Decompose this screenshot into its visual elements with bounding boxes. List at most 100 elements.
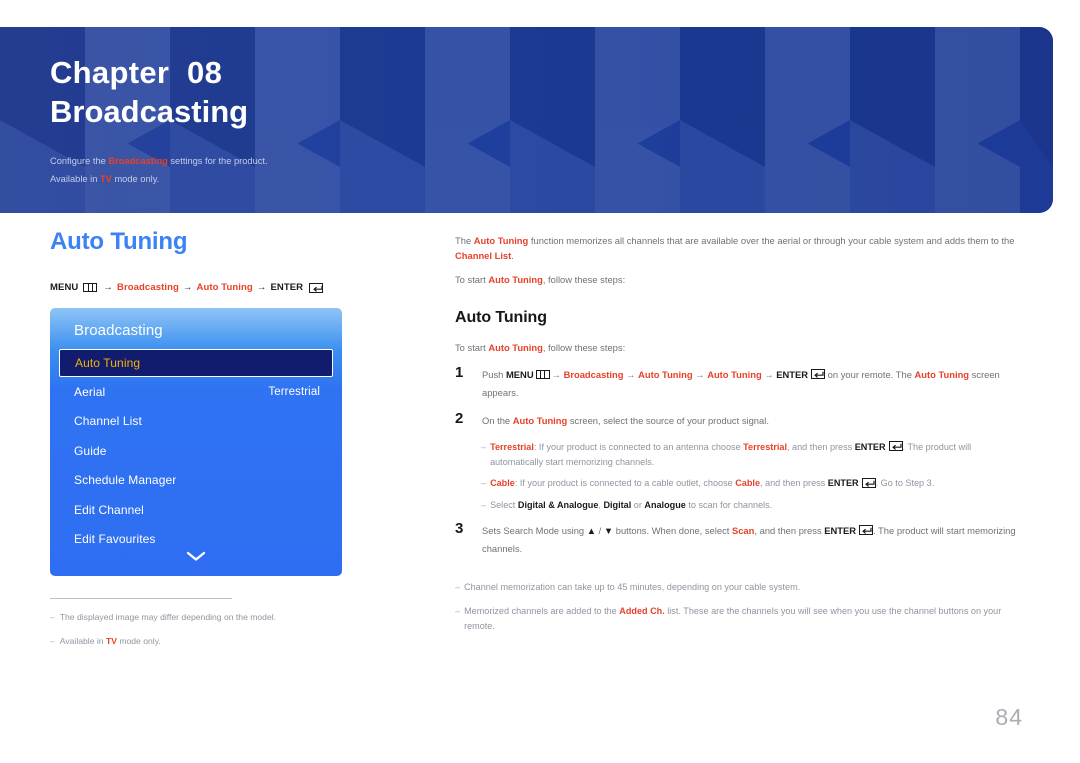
tv-menu-item-label: Aerial	[74, 384, 106, 399]
bullet-scan-c: or	[631, 500, 645, 511]
banner-sub2-highlight: TV	[99, 173, 112, 184]
tv-menu-item-auto-tuning[interactable]: Auto Tuning	[59, 349, 333, 377]
bullet-text: Select Digital & Analogue, Digital or An…	[490, 498, 772, 513]
left-footnotes: – The displayed image may differ dependi…	[50, 598, 320, 649]
step1-highlight-broadcasting: Broadcasting	[563, 368, 624, 380]
step-1-text: Push MENU → Broadcasting → Auto Tuning → …	[482, 364, 1020, 403]
bullet-terrestrial-enter-label: ENTER	[854, 441, 886, 452]
step1-menu-label: MENU	[505, 368, 534, 380]
bullet-dash: –	[481, 500, 487, 511]
step2-b: screen, select the source of your produc…	[567, 414, 769, 426]
bullet-scan-highlight-3: Analogue	[644, 500, 686, 511]
bullet-cable-b: , and then press	[760, 478, 828, 489]
intro3-a: To start	[455, 341, 489, 353]
section-heading-auto-tuning: Auto Tuning	[455, 308, 547, 326]
step-1-number: 1	[455, 363, 464, 381]
intro2-b: , follow these steps:	[542, 274, 626, 286]
tv-menu-item-label: Channel List	[74, 414, 142, 429]
bullet-cable-highlight: Cable	[735, 478, 760, 489]
bullet-scan-highlight-2: Digital	[603, 500, 632, 511]
end-note-item: – Channel memorization can take up to 45…	[455, 580, 1020, 595]
step-2-number: 2	[455, 409, 464, 427]
banner-sub1-b: settings for the product.	[167, 155, 268, 166]
end-note-highlight: Added Ch.	[619, 606, 665, 617]
arrow-down-icon: ▼	[603, 524, 614, 536]
tv-menu-item-aerial[interactable]: Aerial Terrestrial	[50, 377, 342, 407]
banner-subtext-line2: Available in TV mode only.	[50, 170, 1053, 188]
banner-sub1-a: Configure the	[50, 155, 109, 166]
footnote-dash: –	[50, 612, 55, 622]
left-column: Auto Tuning MENU → Broadcasting → Auto T…	[50, 228, 395, 660]
step3-a: Sets Search Mode using	[482, 524, 587, 536]
banner-sub2-a: Available in	[50, 173, 100, 184]
step-3: 3 Sets Search Mode using ▲ / ▼ buttons. …	[455, 520, 1020, 559]
tv-menu-title: Broadcasting	[74, 322, 163, 339]
step3-highlight-scan: Scan	[731, 524, 755, 536]
bullet-dash: –	[481, 441, 487, 452]
menu-grid-icon	[83, 283, 98, 292]
enter-return-icon	[861, 477, 876, 488]
tv-menu-item-channel-list[interactable]: Channel List	[50, 407, 342, 437]
enter-return-icon	[811, 369, 826, 380]
tv-menu-item-schedule-manager[interactable]: Schedule Manager	[50, 466, 342, 496]
step-1: 1 Push MENU → Broadcasting → Auto Tuning …	[455, 364, 1020, 403]
bullet-cable-a: : If your product is connected to a cabl…	[514, 478, 736, 489]
page-number: 84	[995, 704, 1023, 730]
tv-menu-item-label: Edit Favourites	[74, 532, 156, 547]
tv-menu-item-guide[interactable]: Guide	[50, 436, 342, 466]
bullet-cable-enter-label: ENTER	[827, 478, 859, 489]
menu-path-enter-label: ENTER	[270, 282, 304, 293]
bullet-terrestrial-b: , and then press	[786, 441, 855, 452]
bullet-text: Terrestrial: If your product is connecte…	[490, 440, 1020, 469]
intro2-a: To start	[455, 274, 489, 286]
footnote-text-highlight: TV	[105, 636, 117, 647]
bullet-text: Cable: If your product is connected to a…	[490, 476, 934, 491]
bullet-terrestrial-highlight: Terrestrial	[743, 441, 787, 452]
banner-sub2-b: mode only.	[111, 173, 160, 184]
enter-return-icon	[888, 441, 903, 452]
menu-path-item-auto-tuning: Auto Tuning	[196, 282, 253, 293]
chevron-down-icon	[186, 551, 206, 561]
footnote-dash: –	[50, 636, 55, 647]
intro1-c: .	[511, 250, 514, 262]
intro3-b: , follow these steps:	[542, 341, 626, 353]
tv-menu-item-edit-channel[interactable]: Edit Channel	[50, 495, 342, 525]
banner-subtext: Configure the Broadcasting settings for …	[50, 152, 1053, 188]
menu-path-arrow-3: →	[256, 282, 267, 293]
tv-menu-scroll-down[interactable]	[50, 550, 342, 562]
intro-paragraph-2: To start Auto Tuning, follow these steps…	[455, 272, 1020, 287]
tv-menu-item-value: Terrestrial	[268, 385, 320, 398]
end-note-item: – Memorized channels are added to the Ad…	[455, 604, 1020, 633]
step1-a: Push	[482, 368, 506, 380]
bullet-cable: – Cable: If your product is connected to…	[481, 476, 1020, 491]
chapter-label: Chapter 08	[50, 55, 223, 90]
step1-arrow-1: →	[551, 368, 561, 380]
footnote-item: – The displayed image may differ dependi…	[50, 611, 320, 624]
step-3-number: 3	[455, 519, 464, 537]
footnote-text: Available in TV mode only.	[60, 635, 161, 648]
bullet-scan-highlight-1: Digital & Analogue	[517, 500, 599, 511]
step1-arrow-4: →	[764, 368, 774, 380]
menu-path-breadcrumb: MENU → Broadcasting → Auto Tuning → ENTE…	[50, 282, 395, 293]
bullet-terrestrial-label: Terrestrial	[490, 441, 534, 452]
step1-highlight-auto-tuning-1: Auto Tuning	[638, 368, 693, 380]
intro1-highlight-1: Auto Tuning	[473, 235, 529, 246]
step3-b: buttons. When done, select	[613, 524, 732, 536]
step1-b: on your remote. The	[825, 368, 915, 380]
menu-path-menu-label: MENU	[50, 282, 79, 293]
step1-highlight-auto-tuning-2: Auto Tuning	[707, 368, 762, 380]
menu-path-arrow-1: →	[103, 282, 113, 293]
footnote-text: The displayed image may differ depending…	[59, 612, 277, 622]
menu-path-item-broadcasting: Broadcasting	[116, 282, 179, 293]
step1-enter-label: ENTER	[776, 368, 809, 380]
bullet-cable-c: . Go to Step 3.	[875, 478, 935, 489]
chapter-banner: Chapter 08 Broadcasting Configure the Br…	[0, 27, 1053, 213]
step3-enter-label: ENTER	[824, 524, 857, 536]
intro3-highlight: Auto Tuning	[488, 341, 543, 353]
banner-sub1-highlight: Broadcasting	[108, 155, 168, 166]
intro1-a: The	[455, 235, 474, 246]
tv-menu-item-label: Guide	[74, 443, 107, 458]
bullet-cable-label: Cable	[490, 478, 515, 489]
step-2-text: On the Auto Tuning screen, select the so…	[482, 410, 1020, 430]
bullet-terrestrial-a: : If your product is connected to an ant…	[533, 441, 744, 452]
